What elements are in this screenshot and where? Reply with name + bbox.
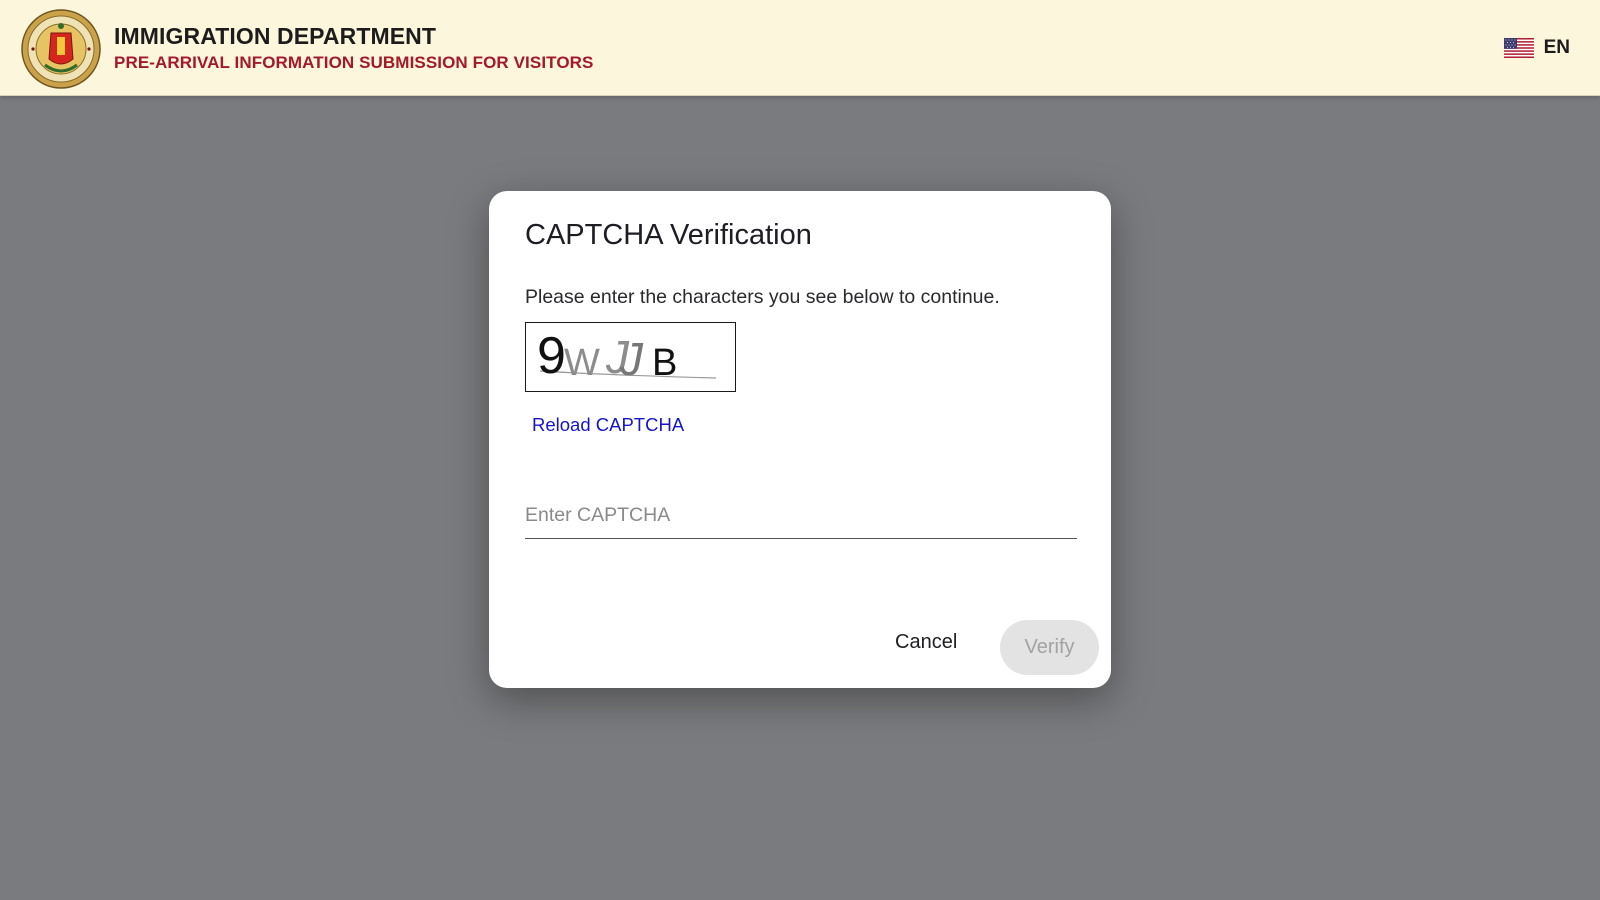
- page-title: IMMIGRATION DEPARTMENT: [114, 23, 437, 49]
- language-selector[interactable]: EN: [1503, 37, 1570, 59]
- verify-button[interactable]: Verify: [1000, 620, 1099, 675]
- dialog-title: CAPTCHA Verification: [525, 219, 812, 251]
- captcha-input[interactable]: [525, 493, 1077, 539]
- dialog-message: Please enter the characters you see belo…: [525, 286, 1000, 308]
- reload-captcha-link[interactable]: Reload CAPTCHA: [532, 414, 684, 436]
- cancel-button[interactable]: Cancel: [885, 624, 967, 660]
- captcha-char: J: [619, 333, 644, 385]
- captcha-char: W: [564, 342, 600, 384]
- page-subtitle: PRE-ARRIVAL INFORMATION SUBMISSION FOR V…: [114, 53, 594, 72]
- national-emblem-icon: [21, 9, 101, 89]
- site-header: IMMIGRATION DEPARTMENT PRE-ARRIVAL INFOR…: [0, 0, 1600, 96]
- captcha-char: B: [652, 342, 677, 384]
- language-code: EN: [1543, 37, 1570, 58]
- us-flag-icon: [1503, 38, 1534, 58]
- captcha-dialog: CAPTCHA Verification Please enter the ch…: [489, 191, 1111, 688]
- captcha-image: 9 W J J B: [525, 322, 736, 392]
- captcha-char: 9: [537, 327, 566, 385]
